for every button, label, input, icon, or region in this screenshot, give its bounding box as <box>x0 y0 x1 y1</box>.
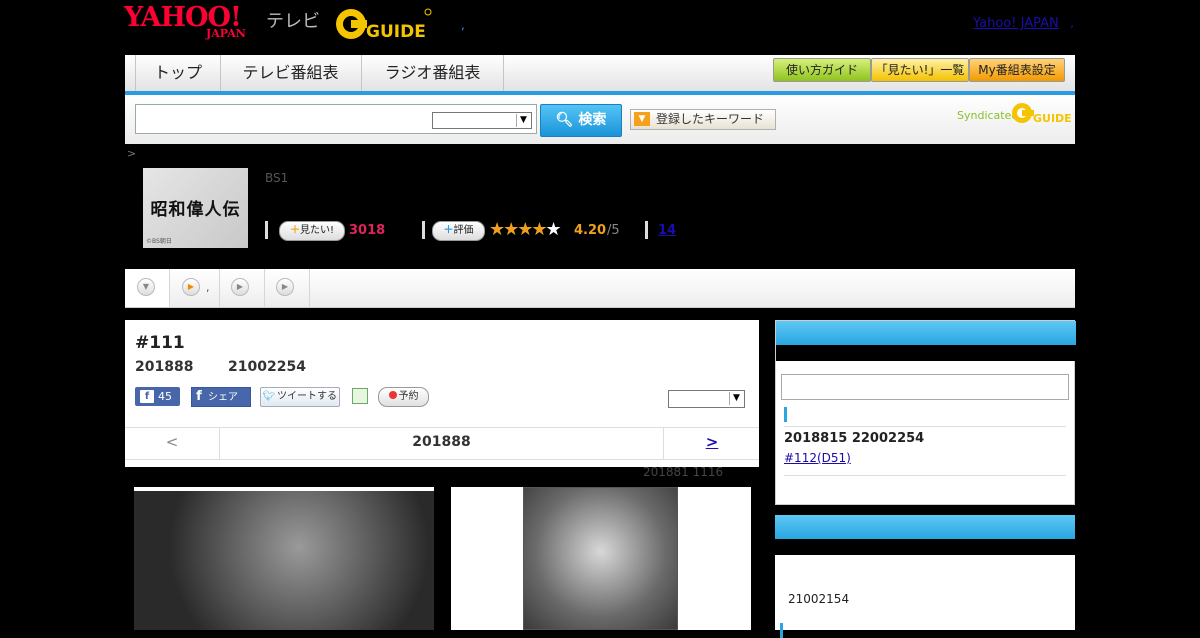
svg-text:GUIDE: GUIDE <box>1033 112 1071 125</box>
tweet-label: ツイートする <box>277 391 337 402</box>
facebook-like-button[interactable]: f 45 <box>135 387 180 406</box>
record-icon <box>388 391 397 399</box>
tweet-button[interactable]: 🐦︎ ツイートする <box>260 387 340 407</box>
arrow-down-icon: ▼ <box>634 112 650 126</box>
facebook-icon: f <box>196 389 202 404</box>
tab-label: , <box>206 281 210 294</box>
reserve-label: 予約 <box>398 391 419 402</box>
want-to-watch-label: 見たい! <box>299 225 334 236</box>
plus-icon: ＋ <box>289 225 300 236</box>
sidebar-airing-time: 21002154 <box>788 592 850 606</box>
current-episode-date: 201888 <box>412 434 471 450</box>
divider <box>422 221 425 239</box>
next-episode-button[interactable]: > <box>663 428 760 459</box>
tab-more[interactable]: ▶ <box>265 269 310 307</box>
update-timestamp: 201881 1116 <box>643 465 724 479</box>
search-category-select[interactable]: ▼ <box>432 112 532 129</box>
separator-mark: , <box>461 18 465 32</box>
want-to-watch-button[interactable]: ＋見たい! <box>279 221 345 241</box>
plus-icon: ＋ <box>443 225 454 236</box>
episode-time: 21002254 <box>228 359 306 375</box>
usage-guide-button[interactable]: 使い方ガイド <box>773 58 871 82</box>
my-schedule-settings-button[interactable]: My番組表設定 <box>969 58 1065 82</box>
episode-date: 201888 <box>135 359 194 375</box>
search-icon: 🔍︎ <box>555 112 574 128</box>
registered-keywords-button[interactable]: ▼ 登録したキーワード <box>630 109 776 130</box>
calendar-add-icon[interactable] <box>352 388 368 404</box>
divider <box>784 426 1066 427</box>
nav-tab-tv-schedule[interactable]: テレビ番組表 <box>220 55 362 91</box>
yahoo-japan-link[interactable]: Yahoo! JAPAN <box>973 16 1059 31</box>
keywords-label: 登録したキーワード <box>656 112 765 126</box>
next-airing-date: 2018815 22002254 <box>784 431 925 446</box>
play-icon: ▶ <box>276 278 294 296</box>
sidebar-input[interactable] <box>781 374 1069 400</box>
nav-tab-radio-schedule[interactable]: ラジオ番組表 <box>362 55 504 91</box>
stars-filled: ★★★★ <box>489 219 548 240</box>
episode-photo <box>134 487 434 630</box>
tab-info[interactable]: ▼ <box>125 269 170 307</box>
star-rating-icons: ★★★★★ <box>489 219 562 240</box>
divider <box>645 221 648 239</box>
facebook-like-count: 45 <box>158 390 172 403</box>
previous-episode-button[interactable]: < <box>125 428 220 459</box>
sidebar-header <box>776 321 1076 345</box>
episode-panel: #111 201888 21002254 f 45 f シェア 🐦︎ ツイートする 予… <box>125 320 759 467</box>
search-bar: ▼ 🔍︎ 検索 ▼ 登録したキーワード Syndicated GUIDE <box>125 95 1075 144</box>
section-marker <box>784 407 787 422</box>
divider <box>265 221 268 239</box>
sidebar-subheader <box>775 539 1075 555</box>
twitter-icon: 🐦︎ <box>262 391 276 402</box>
program-thumbnail: 昭和偉人伝 ©BS朝日 <box>143 168 248 248</box>
chevron-down-icon: ▼ <box>516 114 530 127</box>
next-episode-link[interactable]: #112(D51) <box>784 451 851 465</box>
episode-title: #111 <box>135 333 185 353</box>
photo-image <box>134 491 434 630</box>
facebook-icon: f <box>140 390 154 403</box>
facebook-share-button[interactable]: f シェア <box>191 387 251 407</box>
divider <box>784 475 1066 476</box>
photo-image <box>523 487 678 630</box>
episode-select[interactable]: ▼ <box>668 390 745 408</box>
play-icon: ▶ <box>231 278 249 296</box>
sidebar-schedule-panel: 2018815 22002254 #112(D51) <box>775 320 1076 505</box>
tv-logo-text[interactable]: テレビ <box>266 7 320 33</box>
play-icon: ▶ <box>182 278 200 296</box>
want-to-watch-count: 3018 <box>349 223 386 238</box>
episode-photo <box>451 487 751 630</box>
tab-related[interactable]: ▶ <box>220 269 265 307</box>
thumbnail-credit: ©BS朝日 <box>146 238 172 245</box>
sidebar-secondary-panel: 21002154 <box>775 515 1075 638</box>
search-button-label: 検索 <box>578 112 607 128</box>
star-empty-icon: ★ <box>545 219 562 240</box>
nav-tab-top[interactable]: トップ <box>135 55 221 91</box>
tab-reviews[interactable]: ▶ , <box>170 269 220 307</box>
facebook-share-label: シェア <box>208 392 238 403</box>
breadcrumb[interactable]: > <box>127 147 136 160</box>
sidebar-subheader <box>776 345 1076 361</box>
thumbnail-title: 昭和偉人伝 <box>150 200 241 220</box>
syndicated-label: Syndicated <box>957 109 1019 122</box>
episode-navigation: < 201888 > <box>125 427 759 460</box>
channel-name: BS1 <box>265 171 289 185</box>
reserve-button[interactable]: 予約 <box>378 387 429 407</box>
wanted-list-button[interactable]: 「見たい!」一覧 <box>871 58 969 82</box>
program-tabs: ▼ ▶ , ▶ ▶ <box>125 269 1075 308</box>
gguide-logo[interactable]: GUIDE <box>334 6 434 46</box>
section-marker <box>780 623 783 638</box>
main-nav: トップ テレビ番組表 ラジオ番組表 使い方ガイド 「見たい!」一覧 My番組表設… <box>125 55 1075 95</box>
chevron-down-icon: ▼ <box>729 392 743 405</box>
yahoo-link-suffix: , <box>1070 16 1075 31</box>
rating-value: 4.20 <box>574 223 607 238</box>
yahoo-japan-logo-text: JAPAN <box>206 27 246 40</box>
rate-label: 評価 <box>453 225 474 236</box>
rate-button[interactable]: ＋評価 <box>432 221 485 241</box>
review-count-link[interactable]: 14 <box>658 223 676 238</box>
search-button[interactable]: 🔍︎ 検索 <box>540 104 622 137</box>
chevron-down-icon: ▼ <box>137 278 155 296</box>
sidebar-header <box>775 515 1075 539</box>
syndicated-gguide-logo: GUIDE <box>1011 101 1072 129</box>
svg-text:GUIDE: GUIDE <box>366 22 426 42</box>
rating-max: /5 <box>607 223 620 238</box>
